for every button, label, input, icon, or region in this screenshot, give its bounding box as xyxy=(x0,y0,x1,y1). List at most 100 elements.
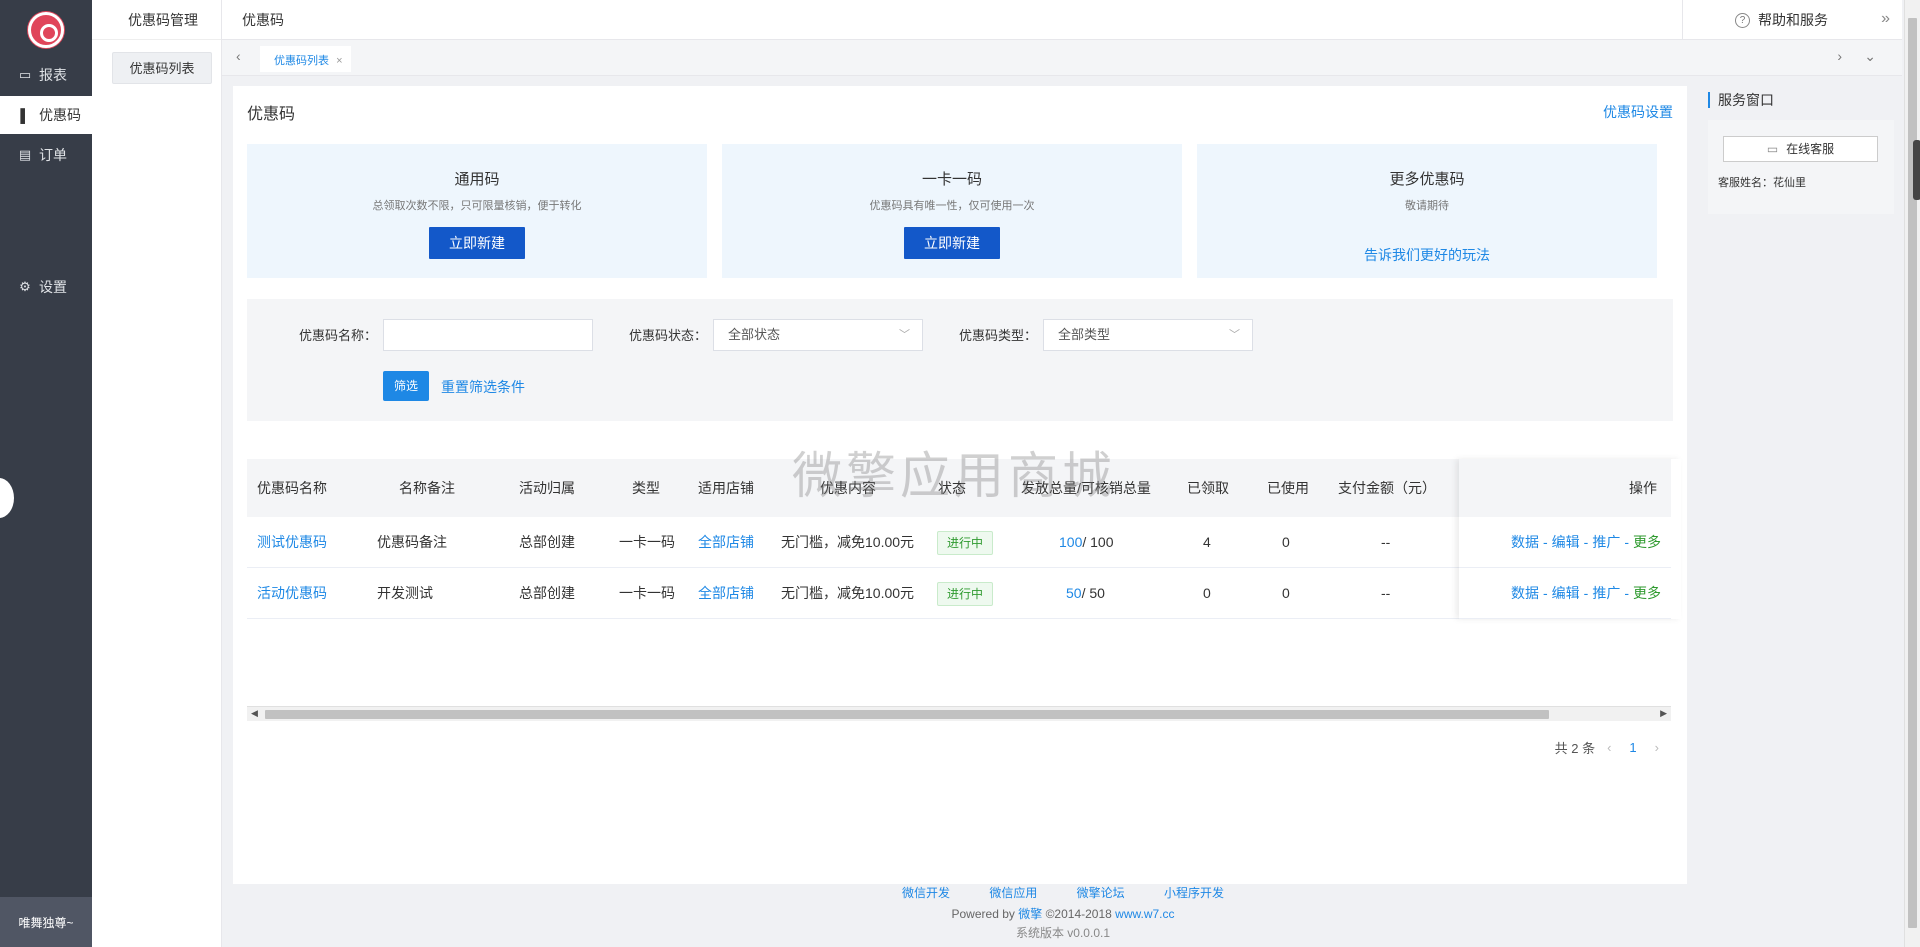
action-data-link[interactable]: 数据 xyxy=(1511,585,1539,601)
cell-quantity: 50/ 50 xyxy=(1066,568,1105,618)
chevron-left-icon[interactable]: ‹ xyxy=(236,48,241,64)
status-select[interactable]: 全部状态 ﹀ xyxy=(713,319,923,351)
site-link[interactable]: www.w7.cc xyxy=(1115,907,1174,921)
action-edit-link[interactable]: 编辑 xyxy=(1552,585,1580,601)
type-filter-label: 优惠码类型： xyxy=(959,328,1038,343)
page-vertical-scrollbar[interactable] xyxy=(1904,0,1920,947)
reset-filter-link[interactable]: 重置筛选条件 xyxy=(441,377,525,397)
sidebar-item-label: 报表 xyxy=(39,67,67,83)
powered-brand-link[interactable]: 微擎 xyxy=(1018,907,1042,921)
issued-link[interactable]: 50 xyxy=(1066,585,1082,601)
cell-amount: -- xyxy=(1381,585,1391,601)
footer-link[interactable]: 小程序开发 xyxy=(1164,886,1224,900)
scrollbar-thumb[interactable] xyxy=(265,710,1549,719)
question-icon: ? xyxy=(1735,12,1750,28)
column-header: 优惠码名称 xyxy=(257,480,327,496)
main-panel: 优惠码 优惠码设置 通用码 总领取次数不限，只可限量核销，便于转化 立即新建 一… xyxy=(233,86,1687,884)
service-window-title: 服务窗口 xyxy=(1708,92,1774,108)
usable-total: / 50 xyxy=(1081,585,1105,601)
monitor-icon: ▭ xyxy=(18,67,32,82)
feedback-link[interactable]: 告诉我们更好的玩法 xyxy=(1197,245,1657,265)
user-menu[interactable]: 唯舞独尊~ xyxy=(0,897,92,947)
table-row: 测试优惠码 优惠码备注 总部创建 一卡一码 全部店铺 无门槛，减免10.00元 … xyxy=(247,517,1671,568)
sidebar-item-settings[interactable]: ⚙ 设置 xyxy=(0,268,92,306)
action-separator: - xyxy=(1543,534,1548,550)
cell-type: 一卡一码 xyxy=(619,585,675,601)
cell-amount: -- xyxy=(1381,534,1391,550)
card-desc: 敬请期待 xyxy=(1405,200,1449,212)
create-general-code-button[interactable]: 立即新建 xyxy=(429,227,525,259)
cell-content: 无门槛，减免10.00元 xyxy=(781,534,915,550)
coupon-name-input[interactable] xyxy=(383,319,593,351)
pagination: 共 2 条 ‹ 1 › xyxy=(1555,738,1671,757)
action-data-link[interactable]: 数据 xyxy=(1511,534,1539,550)
scroll-left-arrow-icon[interactable]: ◀ xyxy=(251,708,258,719)
chevron-right-icon[interactable]: › xyxy=(1655,740,1659,755)
tab-coupon-list[interactable]: 优惠码列表 × xyxy=(260,46,351,72)
action-edit-link[interactable]: 编辑 xyxy=(1552,534,1580,550)
document-icon: ▤ xyxy=(18,147,32,162)
usable-total: / 100 xyxy=(1082,534,1114,550)
column-header: 状态 xyxy=(938,480,966,496)
column-header: 适用店铺 xyxy=(698,480,754,496)
cell-status: 进行中 xyxy=(937,517,994,567)
column-header: 已领取 xyxy=(1187,480,1229,496)
row-actions: 数据 - 编辑 - 推广 - 更多 xyxy=(1511,568,1661,618)
help-service-button[interactable]: ? 帮助和服务 » xyxy=(1682,0,1902,40)
type-select[interactable]: 全部类型 ﹀ xyxy=(1043,319,1253,351)
side-handle[interactable] xyxy=(1913,140,1920,200)
card-title: 更多优惠码 xyxy=(1389,171,1465,188)
shop-link[interactable]: 全部店铺 xyxy=(698,568,754,618)
table-row: 活动优惠码 开发测试 总部创建 一卡一码 全部店铺 无门槛，减免10.00元 进… xyxy=(247,568,1671,619)
page-number-current[interactable]: 1 xyxy=(1629,740,1636,755)
online-support-button[interactable]: ▭ 在线客服 xyxy=(1723,136,1878,162)
column-header: 名称备注 xyxy=(399,480,455,496)
cell-note: 开发测试 xyxy=(377,585,433,601)
chevron-right-icon[interactable]: › xyxy=(1837,48,1842,64)
footer-link[interactable]: 微信开发 xyxy=(902,886,950,900)
action-promote-link[interactable]: 推广 xyxy=(1592,585,1620,601)
create-unique-code-button[interactable]: 立即新建 xyxy=(904,227,1000,259)
column-header: 发放总量/可核销总量 xyxy=(1021,480,1151,496)
sub-sidebar-title: 优惠码管理 xyxy=(92,0,221,40)
service-box: ▭ 在线客服 客服姓名：花仙里 xyxy=(1708,120,1894,214)
filter-panel: 优惠码名称： 优惠码状态： 全部状态 ﹀ 优惠码类型： 全部类型 ﹀ 筛选 重置… xyxy=(247,299,1673,421)
coupon-settings-link[interactable]: 优惠码设置 xyxy=(1603,102,1673,122)
app-logo[interactable] xyxy=(28,12,64,48)
main-sidebar: ▭ 报表 ▌ 优惠码 ▤ 订单 ⚙ 设置 唯舞独尊~ xyxy=(0,0,92,947)
double-chevron-right-icon[interactable]: » xyxy=(1881,10,1890,28)
footer-links: 微信开发 微信应用 微擎论坛 小程序开发 xyxy=(222,884,1904,901)
sidebar-item-orders[interactable]: ▤ 订单 xyxy=(0,136,92,174)
close-icon[interactable]: × xyxy=(336,55,342,67)
column-header: 类型 xyxy=(632,480,660,496)
sidebar-item-label: 设置 xyxy=(39,279,67,295)
action-promote-link[interactable]: 推广 xyxy=(1592,534,1620,550)
action-separator: - xyxy=(1624,585,1630,601)
footer-link[interactable]: 微信应用 xyxy=(989,886,1037,900)
coupon-name-link[interactable]: 测试优惠码 xyxy=(257,517,327,567)
coupon-name-link[interactable]: 活动优惠码 xyxy=(257,568,327,618)
action-more-link[interactable]: 更多 xyxy=(1633,585,1661,601)
action-more-link[interactable]: 更多 xyxy=(1633,534,1661,550)
online-support-label: 在线客服 xyxy=(1786,142,1835,156)
action-separator: - xyxy=(1583,585,1589,601)
chevron-left-icon[interactable]: ‹ xyxy=(1607,740,1611,755)
shop-link[interactable]: 全部店铺 xyxy=(698,517,754,567)
sub-sidebar-item-coupon-list[interactable]: 优惠码列表 xyxy=(112,52,212,84)
issued-link[interactable]: 100 xyxy=(1059,534,1082,550)
table-horizontal-scrollbar[interactable]: ◀ ▶ xyxy=(247,706,1671,721)
cell-received: 0 xyxy=(1203,585,1211,601)
chevron-down-icon[interactable]: ⌄ xyxy=(1864,48,1876,65)
scroll-right-arrow-icon[interactable]: ▶ xyxy=(1660,708,1667,719)
footer-link[interactable]: 微擎论坛 xyxy=(1077,886,1125,900)
service-window: 服务窗口 ▭ 在线客服 客服姓名：花仙里 xyxy=(1708,86,1894,216)
status-filter-label: 优惠码状态： xyxy=(629,328,708,343)
page-title: 优惠码 xyxy=(247,106,296,123)
sidebar-item-coupons[interactable]: ▌ 优惠码 xyxy=(0,96,92,134)
chat-icon: ▭ xyxy=(1766,142,1779,156)
sidebar-item-reports[interactable]: ▭ 报表 xyxy=(0,56,92,94)
sub-sidebar: 优惠码管理 优惠码列表 xyxy=(92,0,222,947)
filter-button[interactable]: 筛选 xyxy=(383,371,429,401)
powered-by: Powered by 微擎 ©2014-2018 www.w7.cc xyxy=(222,905,1904,922)
cell-owner: 总部创建 xyxy=(519,534,575,550)
